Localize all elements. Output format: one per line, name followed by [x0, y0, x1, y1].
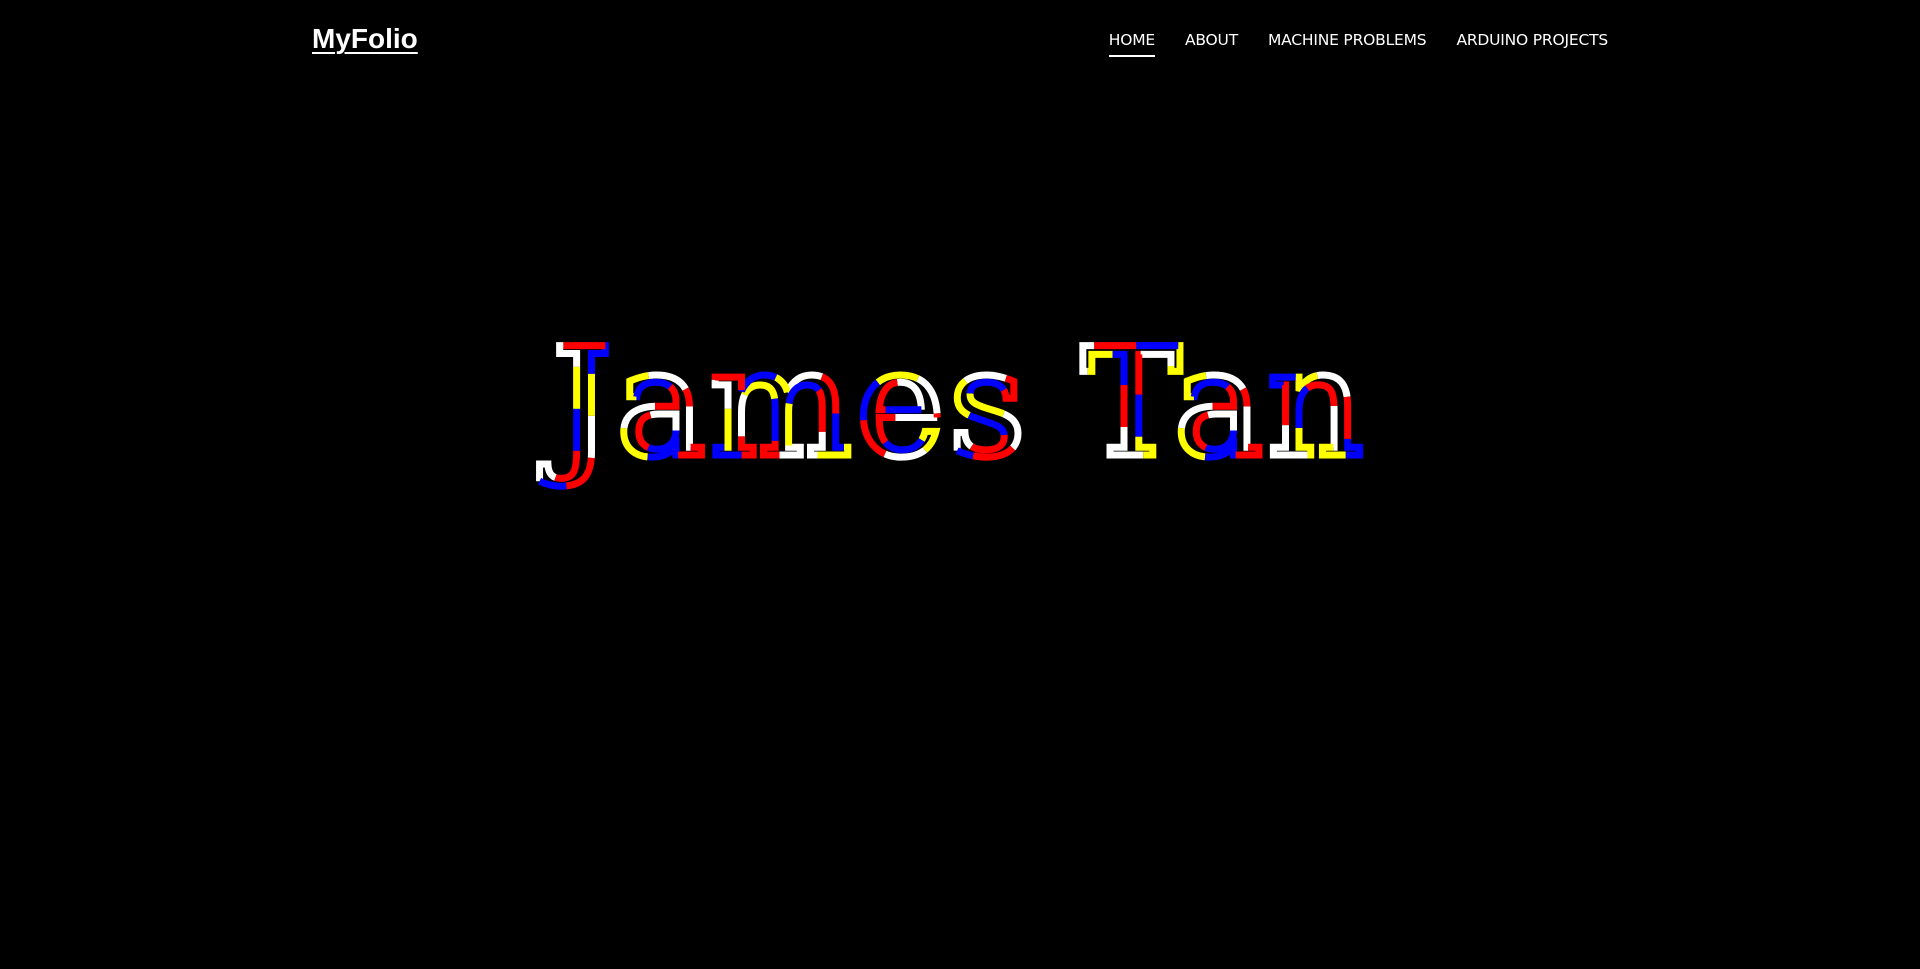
brand-logo-link[interactable]: MyFolio	[312, 22, 418, 56]
hero-section: James Tan James Tan James Tan James Tan	[0, 300, 1920, 500]
hero-name-graphic: James Tan James Tan James Tan James Tan	[536, 314, 1368, 495]
nav-arduino-projects[interactable]: ARDUINO PROJECTS	[1456, 28, 1608, 52]
nav-home[interactable]: HOME	[1108, 28, 1156, 57]
main-nav: HOME ABOUT MACHINE PROBLEMS ARDUINO PROJ…	[1108, 28, 1608, 57]
hero-name-layer-red: James Tan	[539, 317, 1368, 491]
nav-machine-problems[interactable]: MACHINE PROBLEMS	[1268, 28, 1427, 52]
nav-about[interactable]: ABOUT	[1185, 28, 1238, 52]
